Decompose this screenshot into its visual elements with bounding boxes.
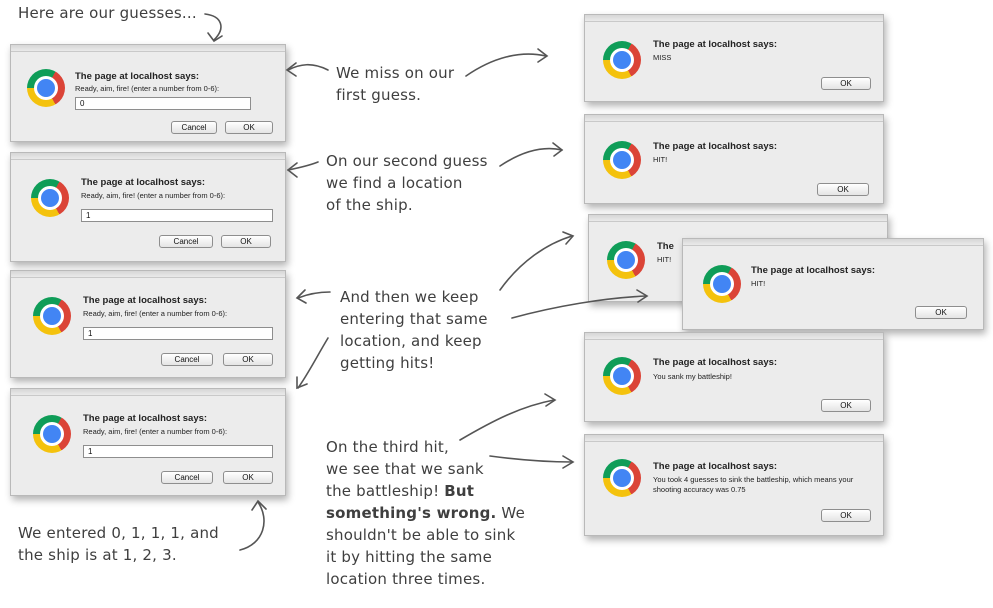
arrow <box>499 147 563 167</box>
arrow <box>511 295 647 319</box>
annotation-arrows <box>204 13 649 551</box>
arrow <box>297 337 329 389</box>
arrow-head <box>285 62 297 77</box>
arrow-head <box>251 499 267 511</box>
arrow <box>459 399 555 441</box>
arrow <box>465 53 547 77</box>
arrow <box>489 455 573 463</box>
arrow-head <box>207 32 223 43</box>
arrow <box>499 235 573 291</box>
arrow <box>204 13 222 41</box>
